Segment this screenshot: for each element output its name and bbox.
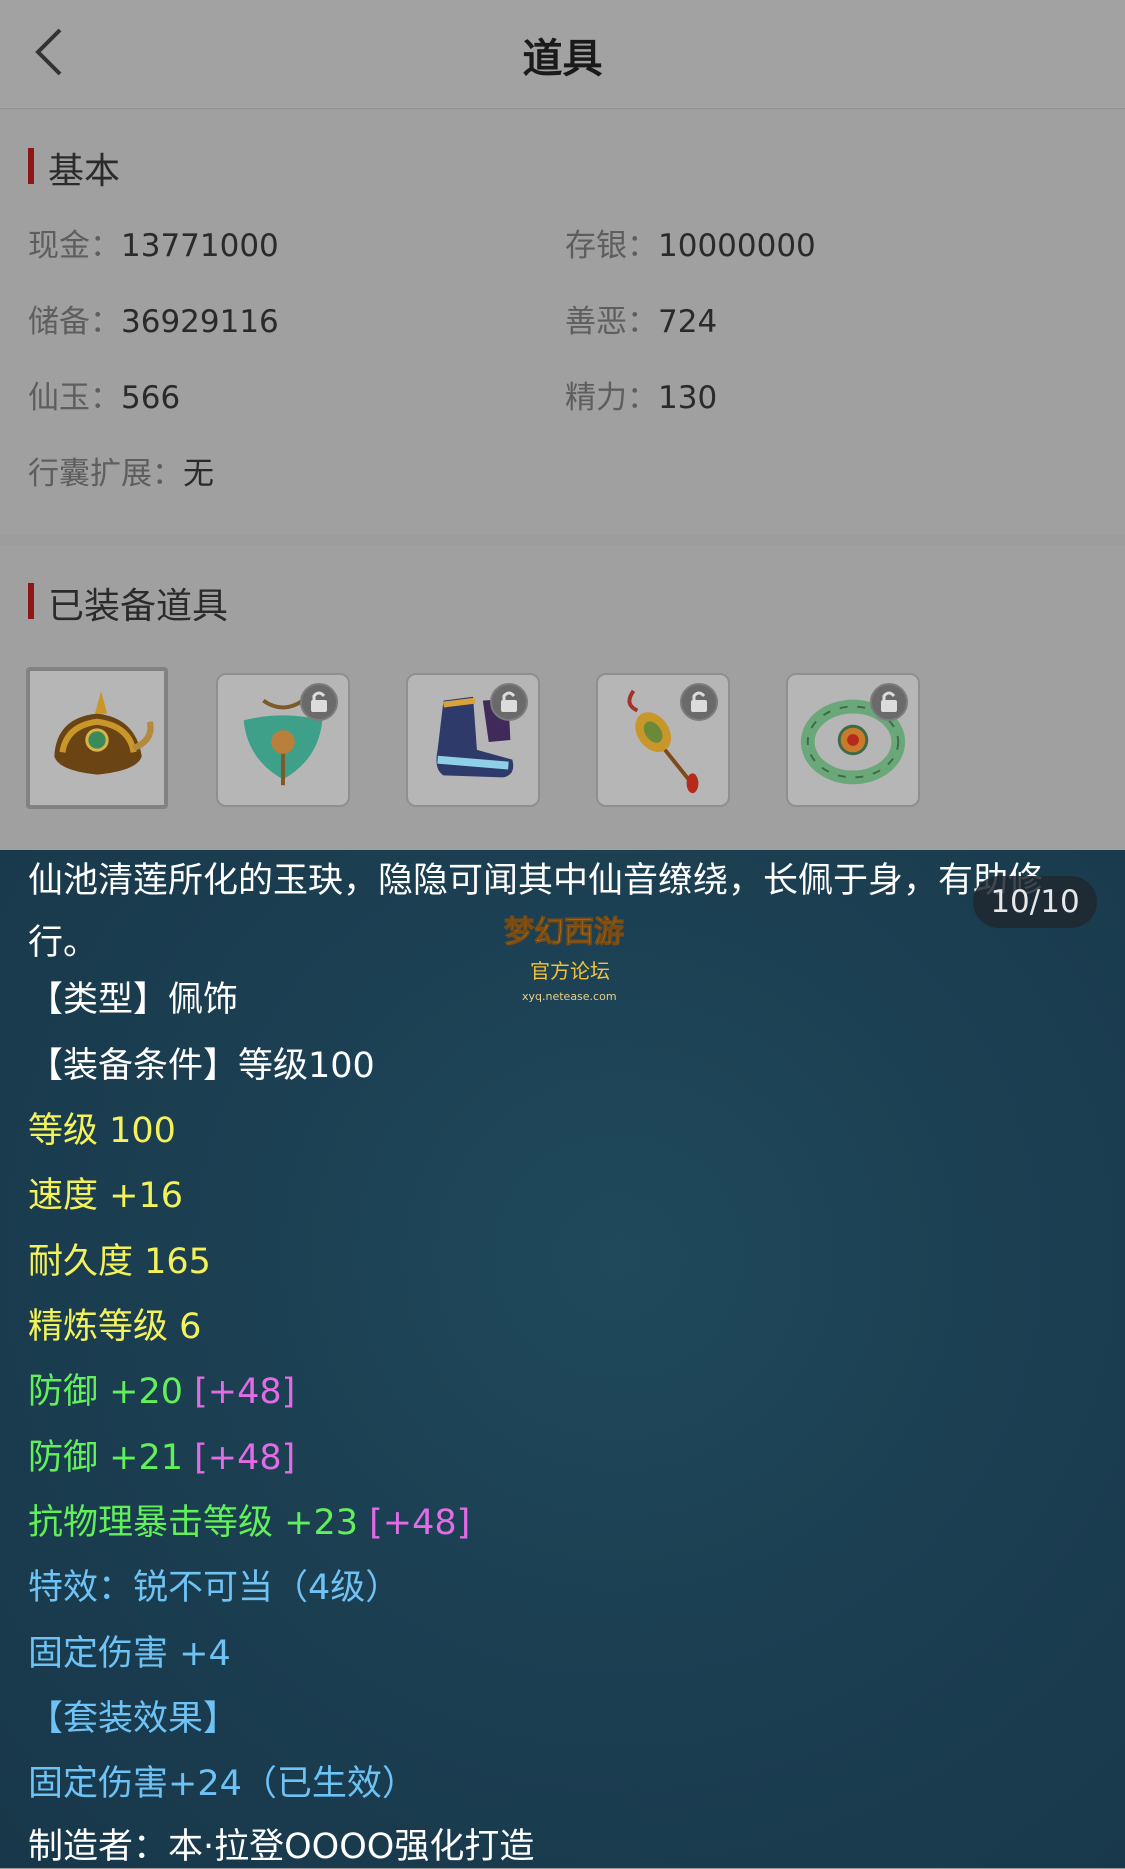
field-label: 行囊扩展： bbox=[28, 456, 183, 492]
field-energy: 精力：130 bbox=[565, 372, 717, 417]
basic-section: 基本 现金：13771000 存银：10000000 储备：36929116 善… bbox=[0, 110, 1125, 535]
field-value: 无 bbox=[183, 456, 214, 492]
stat-bonus: [+48] bbox=[194, 1372, 296, 1412]
helmet-icon bbox=[36, 677, 158, 799]
stat-base: 防御 +21 bbox=[28, 1438, 183, 1478]
boots-item[interactable] bbox=[406, 673, 540, 807]
item-type: 【类型】佩饰 bbox=[28, 980, 239, 1020]
item-refine-level: 精炼等级 6 bbox=[28, 1307, 202, 1347]
field-karma: 善恶：724 bbox=[565, 296, 717, 341]
field-label: 善恶： bbox=[565, 304, 658, 340]
field-value: 566 bbox=[121, 380, 181, 416]
field-reserve: 储备：36929116 bbox=[28, 296, 279, 341]
field-value: 130 bbox=[658, 380, 718, 416]
field-value: 36929116 bbox=[121, 304, 279, 340]
stat-base: 防御 +20 bbox=[28, 1372, 183, 1412]
item-special-effect: 特效：锐不可当（4级） bbox=[28, 1568, 401, 1608]
field-value: 724 bbox=[658, 304, 718, 340]
pager-indicator: 10/10 bbox=[973, 876, 1097, 928]
item-speed: 速度 +16 bbox=[28, 1176, 183, 1216]
item-defense-2: 防御 +21 [+48] bbox=[28, 1436, 295, 1480]
lock-icon bbox=[870, 683, 908, 721]
item-requirement: 【装备条件】等级100 bbox=[28, 1046, 375, 1086]
equipped-section: 已装备道具 bbox=[0, 545, 1125, 850]
field-jade: 仙玉：566 bbox=[28, 372, 180, 417]
pendant-item[interactable] bbox=[596, 673, 730, 807]
top-bar: 道具 bbox=[0, 0, 1125, 109]
field-deposit: 存银：10000000 bbox=[565, 220, 816, 265]
stat-bonus: [+48] bbox=[369, 1503, 471, 1543]
item-fixed-damage: 固定伤害 +4 bbox=[28, 1634, 231, 1674]
item-anti-crit: 抗物理暴击等级 +23 [+48] bbox=[28, 1501, 470, 1545]
equipped-item-row bbox=[26, 667, 1106, 809]
set-effect: 固定伤害+24（已生效） bbox=[28, 1764, 417, 1804]
page-title: 道具 bbox=[522, 36, 603, 82]
field-label: 仙玉： bbox=[28, 380, 121, 416]
field-label: 储备： bbox=[28, 304, 121, 340]
field-value: 13771000 bbox=[121, 228, 279, 264]
item-detail-panel: 仙池清莲所化的玉玦，隐隐可闻其中仙音缭绕，长佩于身，有助修行。 10/10 梦幻… bbox=[0, 850, 1125, 1868]
svg-text:梦幻西游: 梦幻西游 bbox=[504, 915, 624, 950]
item-maker: 制造者：本·拉登OOOO强化打造 bbox=[28, 1827, 535, 1867]
field-value: 10000000 bbox=[658, 228, 816, 264]
helmet-item[interactable] bbox=[26, 667, 168, 809]
section-title-equipped: 已装备道具 bbox=[28, 577, 228, 629]
lock-icon bbox=[680, 683, 718, 721]
field-label: 存银： bbox=[565, 228, 658, 264]
forum-logo: 梦幻西游 官方论坛 xyq.netease.com bbox=[500, 902, 634, 1012]
item-defense-1: 防御 +20 [+48] bbox=[28, 1370, 295, 1414]
stat-bonus: [+48] bbox=[194, 1438, 296, 1478]
necklace-item[interactable] bbox=[216, 673, 350, 807]
lock-icon bbox=[300, 683, 338, 721]
item-durability: 耐久度 165 bbox=[28, 1242, 211, 1282]
svg-text:官方论坛: 官方论坛 bbox=[530, 959, 610, 983]
lock-icon bbox=[490, 683, 528, 721]
bracelet-item[interactable] bbox=[786, 673, 920, 807]
field-bag-expansion: 行囊扩展：无 bbox=[28, 448, 214, 493]
set-effect-title: 【套装效果】 bbox=[28, 1699, 239, 1739]
field-label: 精力： bbox=[565, 380, 658, 416]
field-cash: 现金：13771000 bbox=[28, 220, 279, 265]
item-level: 等级 100 bbox=[28, 1111, 176, 1151]
field-label: 现金： bbox=[28, 228, 121, 264]
section-title-basic: 基本 bbox=[28, 142, 120, 194]
stat-base: 抗物理暴击等级 +23 bbox=[28, 1503, 358, 1543]
svg-text:xyq.netease.com: xyq.netease.com bbox=[522, 990, 617, 1003]
